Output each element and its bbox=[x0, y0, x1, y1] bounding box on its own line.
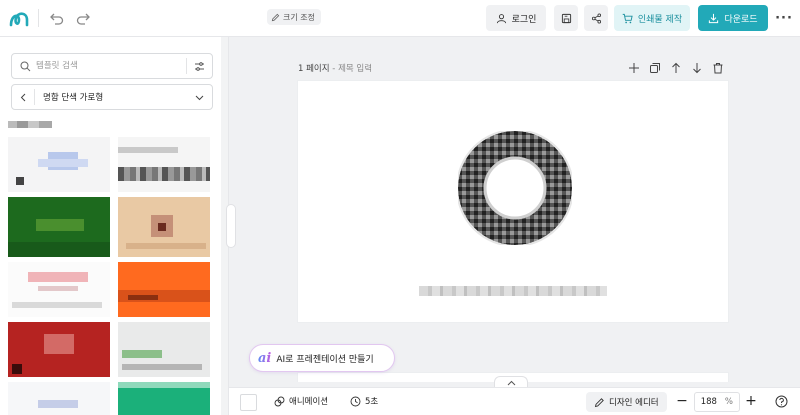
zoom-value: 188 bbox=[700, 397, 717, 407]
page-header: 1 페이지 - 제목 입력 bbox=[298, 62, 372, 74]
category-label: 명함 단색 가로형 bbox=[43, 93, 104, 103]
help-icon[interactable] bbox=[775, 395, 788, 408]
template-thumbnail[interactable] bbox=[118, 382, 210, 415]
template-thumbnail[interactable] bbox=[118, 322, 210, 377]
zoom-out-button[interactable]: − bbox=[675, 394, 689, 408]
print-order-button[interactable]: 인쇄물 제작 bbox=[614, 5, 690, 31]
design-page[interactable] bbox=[297, 80, 729, 323]
undo-icon[interactable] bbox=[49, 10, 65, 26]
toolbar-divider bbox=[38, 9, 39, 27]
chevron-down-icon bbox=[195, 95, 204, 101]
template-thumbnail[interactable] bbox=[8, 322, 110, 377]
clock-icon bbox=[350, 396, 361, 406]
template-thumbnail[interactable] bbox=[8, 262, 110, 317]
template-section-label bbox=[8, 121, 52, 128]
logo-icon[interactable] bbox=[8, 9, 30, 29]
page-text-block[interactable] bbox=[419, 286, 607, 296]
zoom-in-button[interactable]: + bbox=[744, 394, 758, 408]
page-thumbnail-toggle[interactable] bbox=[240, 394, 257, 411]
filter-icon[interactable] bbox=[194, 61, 205, 72]
arrow-down-icon[interactable] bbox=[691, 62, 703, 74]
share-icon bbox=[591, 13, 601, 23]
save-icon bbox=[561, 13, 571, 23]
category-select[interactable]: 명함 단색 가로형 bbox=[11, 84, 213, 110]
duplicate-icon[interactable] bbox=[649, 62, 661, 74]
more-menu-button[interactable]: ··· bbox=[774, 5, 794, 31]
top-toolbar: 크기 조정 로그인 인쇄물 제작 다운로드 ··· bbox=[0, 0, 800, 37]
resize-button[interactable]: 크기 조정 bbox=[267, 9, 321, 25]
ai-sparkle-icon: ai bbox=[258, 350, 272, 366]
pen-icon bbox=[594, 397, 604, 407]
category-divider bbox=[34, 89, 35, 105]
donut-logo-graphic[interactable] bbox=[458, 131, 572, 245]
duration-button[interactable]: 5초 bbox=[350, 395, 378, 407]
template-thumbnail[interactable] bbox=[8, 137, 110, 192]
app-window: 크기 조정 로그인 인쇄물 제작 다운로드 ··· 템플릿 검색 명함 단색 가… bbox=[0, 0, 800, 415]
redo-icon[interactable] bbox=[75, 10, 91, 26]
template-thumbnail[interactable] bbox=[118, 197, 210, 257]
page-title-input[interactable]: 제목 입력 bbox=[338, 64, 372, 74]
animation-icon bbox=[274, 396, 285, 406]
share-button[interactable] bbox=[584, 5, 608, 31]
zoom-level-field[interactable]: 188 % bbox=[694, 392, 740, 412]
duration-label: 5초 bbox=[365, 397, 379, 407]
chevron-left-icon[interactable] bbox=[18, 92, 29, 103]
template-thumbnail[interactable] bbox=[8, 382, 110, 415]
template-panel: 명함 단색 가로형 bbox=[0, 37, 229, 415]
cart-icon bbox=[622, 13, 633, 23]
design-editor-label: 디자인 에디터 bbox=[609, 398, 659, 408]
login-button[interactable]: 로그인 bbox=[486, 5, 546, 31]
print-order-label: 인쇄물 제작 bbox=[637, 14, 683, 25]
save-button[interactable] bbox=[554, 5, 578, 31]
chevron-up-icon bbox=[507, 380, 515, 385]
arrow-up-icon[interactable] bbox=[670, 62, 682, 74]
template-thumbnail[interactable] bbox=[118, 137, 210, 192]
plus-icon[interactable] bbox=[628, 62, 640, 74]
ai-presentation-label: AI로 프레젠테이션 만들기 bbox=[276, 354, 374, 365]
panel-collapse-handle[interactable] bbox=[226, 204, 236, 248]
download-icon bbox=[709, 13, 719, 23]
template-thumbnail[interactable] bbox=[8, 197, 110, 257]
page-tools bbox=[628, 62, 724, 74]
animation-label: 애니메이션 bbox=[289, 397, 329, 407]
ai-presentation-button[interactable]: ai AI로 프레젠테이션 만들기 bbox=[249, 344, 395, 372]
page-title-separator: - bbox=[329, 64, 339, 74]
trash-icon[interactable] bbox=[712, 62, 724, 74]
download-button[interactable]: 다운로드 bbox=[698, 5, 768, 31]
zoom-unit: % bbox=[724, 397, 733, 407]
download-label: 다운로드 bbox=[724, 14, 758, 25]
template-thumbnail[interactable] bbox=[118, 262, 210, 317]
design-editor-button[interactable]: 디자인 에디터 bbox=[586, 392, 667, 412]
bottom-toolbar: 애니메이션 5초 디자인 에디터 − 188 % + bbox=[229, 387, 800, 415]
pencil-icon bbox=[271, 13, 280, 21]
resize-button-label: 크기 조정 bbox=[283, 12, 315, 22]
page-number-label: 1 페이지 bbox=[298, 64, 330, 74]
animation-button[interactable]: 애니메이션 bbox=[274, 395, 328, 407]
login-button-label: 로그인 bbox=[511, 14, 537, 25]
search-icon bbox=[20, 61, 31, 72]
template-search-box bbox=[11, 53, 213, 79]
user-icon bbox=[496, 13, 506, 23]
search-divider bbox=[186, 58, 187, 74]
template-search-input[interactable] bbox=[36, 57, 184, 75]
